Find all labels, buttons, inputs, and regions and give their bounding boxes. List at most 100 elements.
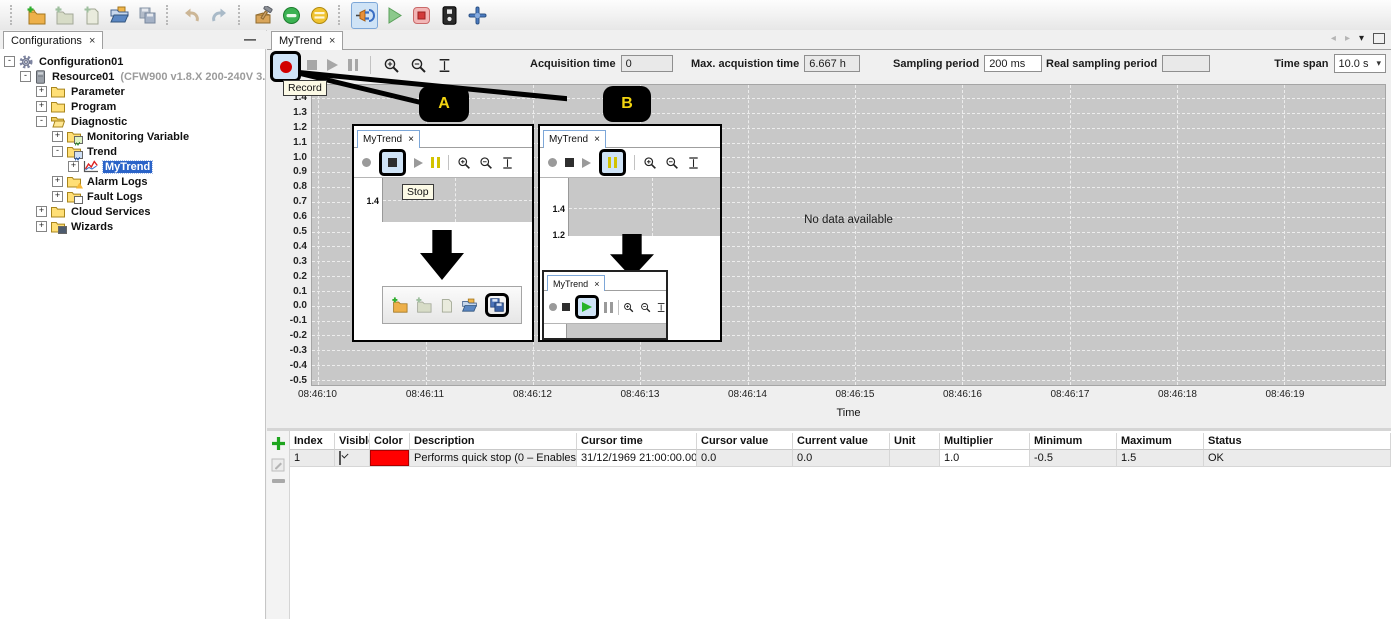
wizard-folder-icon (51, 221, 65, 233)
close-icon[interactable]: × (89, 35, 95, 47)
close-icon[interactable]: × (329, 35, 335, 47)
column-header[interactable]: Current value (793, 433, 890, 450)
record-button[interactable] (270, 51, 301, 82)
column-header[interactable]: Cursor value (697, 433, 793, 450)
visible-checkbox[interactable] (339, 451, 341, 465)
sampling-period-field[interactable]: 200 ms (984, 55, 1042, 72)
tab-scroll-controls: ◂ ▸ ▾ (1331, 33, 1385, 44)
tree-item-mytrend[interactable]: + MyTrend (0, 159, 265, 174)
expander-icon[interactable]: + (36, 86, 47, 97)
column-header[interactable]: Description (410, 433, 577, 450)
maximize-icon[interactable] (1373, 33, 1385, 44)
column-header[interactable]: Color (370, 433, 410, 450)
x-tick-label: 08:46:11 (406, 389, 444, 400)
y-tick-label: -0.2 (290, 330, 307, 341)
chevron-down-icon: ▾ (1376, 58, 1381, 69)
expander-icon[interactable]: - (52, 146, 63, 157)
tree-item-wizards[interactable]: + Wizards (0, 219, 265, 234)
zoom-out-icon[interactable] (410, 57, 427, 74)
power-switch-icon[interactable] (437, 3, 462, 28)
folder-icon (51, 86, 65, 98)
expander-icon[interactable]: - (4, 56, 15, 67)
column-header[interactable]: Minimum (1030, 433, 1117, 450)
tree-item-label: MyTrend (103, 161, 152, 173)
scroll-right-icon[interactable]: ▸ (1345, 33, 1350, 44)
new-configuration-icon[interactable] (23, 3, 48, 28)
set-offline-icon[interactable] (307, 3, 332, 28)
network-icon[interactable] (465, 3, 490, 28)
time-span-group: Time span 10.0 s ▾ (1274, 54, 1386, 73)
expander-icon[interactable]: + (36, 101, 47, 112)
scroll-left-icon[interactable]: ◂ (1331, 33, 1336, 44)
connect-icon[interactable] (351, 2, 378, 29)
callout-b-toolbar (540, 148, 720, 177)
expander-icon[interactable]: - (36, 116, 47, 127)
x-axis-title: Time (311, 407, 1386, 419)
tree-item-alarm-logs[interactable]: + Alarm Logs (0, 174, 265, 189)
column-header[interactable]: Multiplier (940, 433, 1030, 450)
tree-item-resource01[interactable]: - Resource01 (CFW900 v1.8.X 200-240V 3.0… (0, 69, 265, 84)
table-row[interactable]: 1 Performs quick stop (0 – Enables quic.… (290, 450, 1391, 467)
stop-icon (565, 158, 574, 167)
y-tick-label: 1.0 (293, 152, 307, 163)
tree-item-cloud-services[interactable]: + Cloud Services (0, 204, 265, 219)
expander-icon[interactable]: + (52, 176, 63, 187)
add-series-icon[interactable] (271, 436, 286, 451)
expander-icon[interactable]: + (52, 131, 63, 142)
column-header[interactable]: Index (290, 433, 335, 450)
toolbar-grip (10, 5, 17, 25)
real-sampling-period-field[interactable] (1162, 55, 1210, 72)
monitoring-folder-icon (67, 131, 81, 143)
gridline (312, 350, 1385, 351)
column-header[interactable]: Visible (335, 433, 370, 450)
real-sampling-period-group: Real sampling period (1046, 54, 1210, 73)
inner-toolbar (544, 291, 666, 323)
expander-icon[interactable]: + (36, 206, 47, 217)
acquisition-time-field[interactable]: 0 (621, 55, 673, 72)
y-axis: 1.41.31.21.11.00.90.80.70.60.50.40.30.20… (267, 84, 311, 386)
expander-icon[interactable]: + (68, 161, 79, 172)
color-swatch[interactable] (370, 450, 409, 466)
callout-a-mini-chart: 1.4 (354, 177, 532, 222)
tab-mytrend[interactable]: MyTrend × (271, 31, 343, 50)
acquisition-time-label: Acquisition time (530, 58, 616, 70)
x-tick-label: 08:46:16 (943, 389, 982, 400)
set-online-icon[interactable] (279, 3, 304, 28)
y-tick-label: 0.5 (293, 226, 307, 237)
tree-item-label: Program (69, 101, 118, 113)
run-icon[interactable] (381, 3, 406, 28)
cell-multiplier[interactable]: 1.0 (940, 450, 1030, 467)
stop-tooltip: Stop (402, 184, 434, 200)
column-header[interactable]: Maximum (1117, 433, 1204, 450)
tab-configurations[interactable]: Configurations × (3, 31, 103, 50)
max-acquisition-time-field[interactable]: 6.667 h (804, 55, 860, 72)
tree-item-configuration01[interactable]: - Configuration01 (0, 54, 265, 69)
tree-item-diagnostic[interactable]: - Diagnostic (0, 114, 265, 129)
minimize-icon[interactable]: — (244, 32, 256, 46)
column-header[interactable]: Status (1204, 433, 1391, 450)
new-file-icon (439, 297, 454, 313)
zoom-in-icon[interactable] (383, 57, 400, 74)
tree-item-parameter[interactable]: + Parameter (0, 84, 265, 99)
fit-vertical-icon[interactable] (437, 57, 452, 74)
callout-b-tab: MyTrend × (543, 130, 606, 148)
tree-item-program[interactable]: + Program (0, 99, 265, 114)
tree-item-monitoring-variable[interactable]: + Monitoring Variable (0, 129, 265, 144)
expander-icon[interactable]: + (36, 221, 47, 232)
expander-icon[interactable]: + (52, 191, 63, 202)
time-span-select[interactable]: 10.0 s ▾ (1334, 54, 1387, 73)
open-icon (461, 298, 478, 313)
chart-badge-icon (74, 136, 83, 144)
tab-list-icon[interactable]: ▾ (1359, 33, 1364, 44)
expander-icon[interactable]: - (20, 71, 31, 82)
column-header[interactable]: Unit (890, 433, 940, 450)
tree-item-trend[interactable]: - Trend (0, 144, 265, 159)
column-header[interactable]: Cursor time (577, 433, 697, 450)
build-icon[interactable] (251, 3, 276, 28)
open-icon[interactable] (107, 3, 132, 28)
max-acquisition-time-group: Max. acquistion time 6.667 h (691, 54, 860, 73)
y-tick-label: 0.2 (293, 271, 307, 282)
stop-icon[interactable] (409, 3, 434, 28)
tree-item-fault-logs[interactable]: + Fault Logs (0, 189, 265, 204)
callout-a-tab-bar: MyTrend × (354, 126, 532, 148)
